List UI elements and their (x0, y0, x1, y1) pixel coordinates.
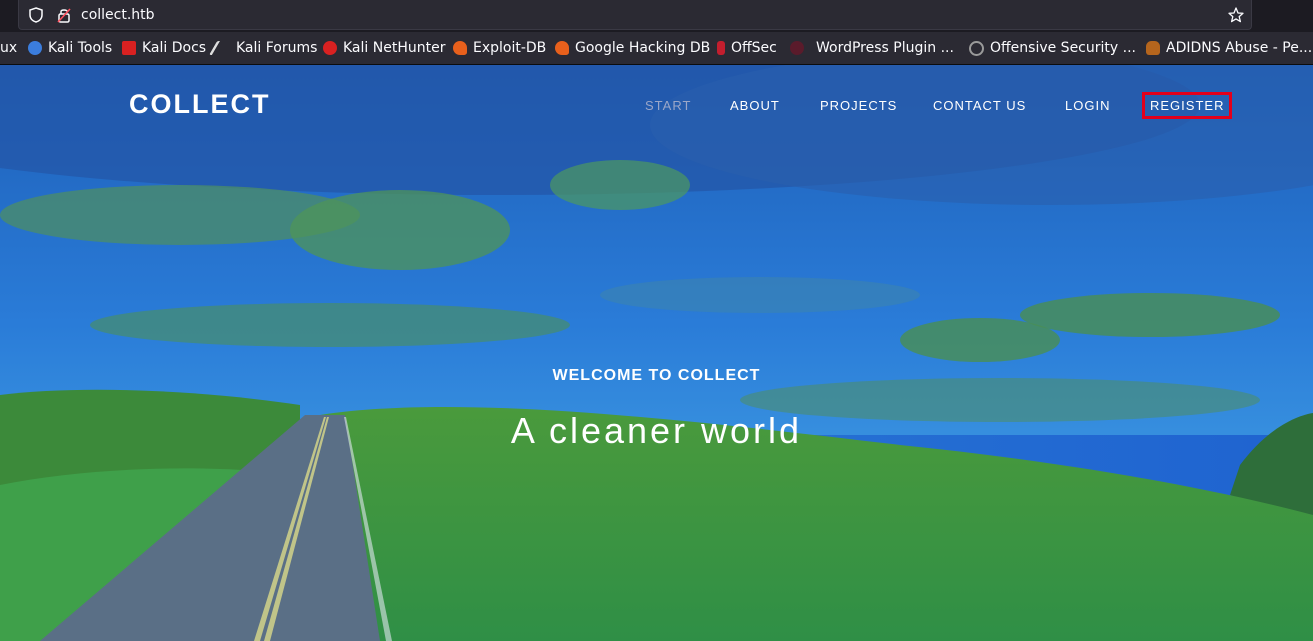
bookmark-label: WordPress Plugin ... (816, 40, 954, 56)
nav-projects[interactable]: PROJECTS (820, 98, 897, 113)
wordpress-plugin-icon (790, 41, 804, 55)
bookmarks-toolbar: ux Kali Tools Kali Docs Kali Forums Kali… (0, 32, 1313, 65)
offsec-icon (717, 41, 725, 55)
offensive-security-icon (969, 40, 984, 56)
insecure-lock-icon[interactable] (55, 6, 73, 24)
hero-tagline: A cleaner world (510, 410, 803, 451)
bookmark-item[interactable]: Google Hacking DB (555, 39, 710, 57)
nav-about[interactable]: ABOUT (730, 98, 780, 113)
bookmark-item[interactable]: OffSec (717, 39, 777, 57)
url-text[interactable]: collect.htb (81, 6, 155, 24)
kali-docs-icon (122, 41, 136, 55)
bookmark-label: Kali NetHunter (343, 40, 446, 56)
kali-nethunter-icon (323, 41, 337, 55)
exploit-db-icon (453, 41, 467, 55)
bookmark-item[interactable]: Offensive Security ... (969, 39, 1136, 57)
bookmark-label: Kali Tools (48, 40, 113, 56)
bookmark-label: OffSec (731, 40, 777, 56)
tracking-shield-icon[interactable] (27, 6, 45, 24)
nav-start[interactable]: START (645, 98, 691, 113)
browser-toolbar: collect.htb (0, 0, 1313, 32)
bookmark-label: Exploit-DB (473, 40, 547, 56)
bookmark-item[interactable]: Kali Docs (122, 39, 206, 57)
bookmark-item[interactable]: Kali Tools (28, 39, 112, 57)
hero-background-image (0, 65, 1313, 641)
nav-contact-us[interactable]: CONTACT US (933, 98, 1026, 113)
bookmark-label: Kali Forums (236, 40, 318, 56)
bookmark-label: Google Hacking DB (575, 40, 711, 56)
bookmark-item[interactable]: ADIDNS Abuse - Pe... (1146, 39, 1312, 57)
nav-login[interactable]: LOGIN (1065, 98, 1110, 113)
ghdb-icon (555, 41, 569, 55)
site-logo[interactable]: COLLECT (129, 89, 271, 120)
address-bar[interactable]: collect.htb (18, 0, 1252, 30)
bookmark-star-icon[interactable] (1227, 6, 1245, 24)
bookmark-item[interactable]: ux (0, 39, 17, 57)
bookmark-item[interactable]: Kali Forums (208, 39, 318, 57)
bookmark-item[interactable]: WordPress Plugin ... (790, 39, 954, 57)
kali-forums-icon (208, 41, 235, 55)
bookmark-item[interactable]: Exploit-DB (453, 39, 546, 57)
bookmark-label: ADIDNS Abuse - Pe... (1166, 40, 1313, 56)
bookmark-label: ux (0, 40, 18, 56)
nav-register[interactable]: REGISTER (1141, 92, 1233, 119)
kali-tools-icon (28, 41, 42, 55)
adidns-icon (1146, 41, 1160, 55)
bookmark-label: Kali Docs (142, 40, 207, 56)
hero-welcome: WELCOME TO COLLECT (552, 367, 761, 384)
page-viewport: COLLECT START ABOUT PROJECTS CONTACT US … (0, 65, 1313, 641)
bookmark-item[interactable]: Kali NetHunter (323, 39, 445, 57)
bookmark-label: Offensive Security ... (990, 40, 1136, 56)
